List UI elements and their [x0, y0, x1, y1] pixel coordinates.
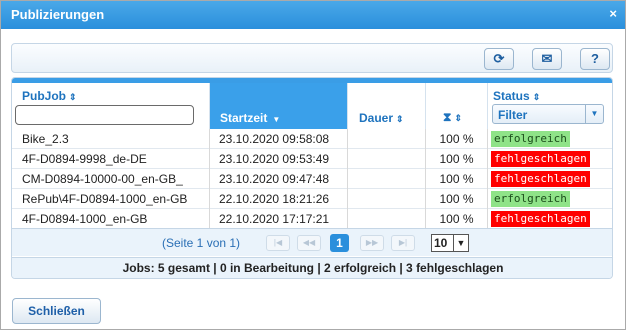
chevron-down-icon: ▼ — [453, 235, 468, 251]
status-badge: fehlgeschlagen — [491, 211, 590, 227]
progress-cell: 100 % — [426, 189, 488, 209]
close-button[interactable]: Schließen — [12, 298, 101, 324]
column-header-dauer[interactable]: Dauer ⇕ — [348, 83, 426, 129]
startzeit-header-label: Startzeit — [220, 111, 268, 125]
status-header-label: Status — [493, 89, 530, 103]
table-row[interactable]: CM-D0894-10000-00_en-GB_ 23.10.2020 09:47… — [12, 169, 612, 189]
table-row[interactable]: RePub\4F-D0894-1000_en-GB 22.10.2020 18:2… — [12, 189, 612, 209]
column-header-pubjob[interactable]: PubJob ⇕ — [12, 83, 210, 129]
status-cell: fehlgeschlagen — [488, 149, 612, 169]
table-row[interactable]: Bike_2.3 23.10.2020 09:58:08 100 % erfolgre… — [12, 129, 612, 149]
first-page-icon[interactable]: |◀ — [266, 235, 290, 251]
status-filter-select[interactable]: Filter ▼ — [492, 104, 604, 124]
progress-cell: 100 % — [426, 149, 488, 169]
dialog-titlebar[interactable]: Publizierungen × — [1, 1, 625, 29]
status-badge: erfolgreich — [491, 131, 570, 147]
sort-desc-icon: ▼ — [272, 115, 281, 124]
pubjob-filter-input[interactable] — [15, 105, 194, 125]
status-badge: erfolgreich — [491, 191, 570, 207]
help-button[interactable]: ? — [580, 48, 610, 70]
status-cell: fehlgeschlagen — [488, 169, 612, 189]
page-size-select[interactable]: 10 ▼ — [431, 234, 469, 252]
column-header-status[interactable]: Status ⇕ Filter ▼ — [488, 83, 612, 129]
dialog-title: Publizierungen — [11, 7, 105, 22]
dauer-cell — [348, 129, 426, 149]
pubjob-cell: 4F-D0894-9998_de-DE — [12, 149, 210, 169]
dauer-cell — [348, 189, 426, 209]
pubjob-header-label: PubJob — [22, 89, 66, 103]
hourglass-icon: ⧗ — [443, 110, 452, 124]
dauer-header-label: Dauer — [359, 111, 394, 125]
help-icon: ? — [591, 51, 599, 66]
column-header-progress[interactable]: ⧗ ⇕ — [426, 83, 488, 129]
status-cell: erfolgreich — [488, 129, 612, 149]
startzeit-cell: 22.10.2020 17:17:21 — [210, 209, 348, 229]
jobs-summary: Jobs: 5 gesamt | 0 in Bearbeitung | 2 er… — [12, 257, 612, 278]
sort-icon: ⇕ — [69, 92, 77, 102]
status-badge: fehlgeschlagen — [491, 151, 590, 167]
refresh-button[interactable]: ⟳ — [484, 48, 514, 70]
progress-cell: 100 % — [426, 129, 488, 149]
pubjob-cell: 4F-D0894-1000_en-GB — [12, 209, 210, 229]
last-page-icon[interactable]: ▶| — [391, 235, 415, 251]
next-page-icon[interactable]: ▶▶ — [360, 235, 384, 251]
status-filter-value: Filter — [498, 108, 528, 122]
mail-icon: ✉ — [541, 51, 553, 66]
toolbar: ⟳ ✉ ? — [11, 43, 613, 73]
status-cell: erfolgreich — [488, 189, 612, 209]
status-cell: fehlgeschlagen — [488, 209, 612, 229]
close-icon[interactable]: × — [609, 6, 617, 21]
sort-icon: ⇕ — [532, 92, 541, 102]
startzeit-cell: 23.10.2020 09:47:48 — [210, 169, 348, 189]
jobs-grid: PubJob ⇕ Startzeit ▼ Dauer ⇕ ⧗ ⇕ Status ⇕ Fil… — [11, 77, 613, 279]
mail-button[interactable]: ✉ — [532, 48, 562, 70]
page-info: (Seite 1 von 1) — [162, 236, 241, 250]
table-row[interactable]: 4F-D0894-1000_en-GB 22.10.2020 17:17:21 10… — [12, 209, 612, 229]
refresh-icon: ⟳ — [493, 51, 505, 66]
sort-icon: ⇕ — [396, 114, 404, 124]
startzeit-cell: 22.10.2020 18:21:26 — [210, 189, 348, 209]
pubjob-cell: RePub\4F-D0894-1000_en-GB — [12, 189, 210, 209]
progress-cell: 100 % — [426, 209, 488, 229]
pubjob-cell: CM-D0894-10000-00_en-GB_ — [12, 169, 210, 189]
pager: (Seite 1 von 1) |◀ ◀◀ 1 ▶▶ ▶| 10 ▼ — [12, 228, 612, 256]
startzeit-cell: 23.10.2020 09:53:49 — [210, 149, 348, 169]
dauer-cell — [348, 149, 426, 169]
status-badge: fehlgeschlagen — [491, 171, 590, 187]
publizierungen-dialog: Publizierungen × ⟳ ✉ ? PubJob ⇕ Startzeit… — [0, 0, 626, 330]
progress-cell: 100 % — [426, 169, 488, 189]
table-row[interactable]: 4F-D0894-9998_de-DE 23.10.2020 09:53:49 10… — [12, 149, 612, 169]
chevron-down-icon[interactable]: ▼ — [585, 105, 603, 123]
dauer-cell — [348, 209, 426, 229]
page-size-value: 10 — [434, 236, 448, 250]
sort-icon: ⇕ — [454, 113, 462, 123]
current-page-button[interactable]: 1 — [330, 234, 349, 252]
startzeit-cell: 23.10.2020 09:58:08 — [210, 129, 348, 149]
pubjob-cell: Bike_2.3 — [12, 129, 210, 149]
dauer-cell — [348, 169, 426, 189]
prev-page-icon[interactable]: ◀◀ — [297, 235, 321, 251]
column-header-startzeit[interactable]: Startzeit ▼ — [210, 83, 348, 129]
